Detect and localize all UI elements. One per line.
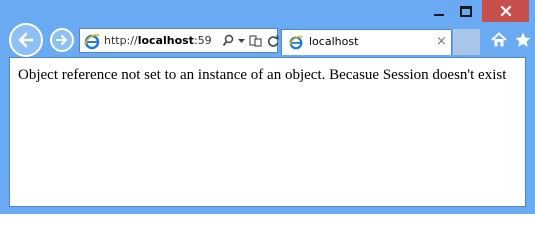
forward-arrow-icon bbox=[56, 35, 67, 45]
back-button[interactable] bbox=[9, 23, 43, 57]
search-icon[interactable] bbox=[222, 34, 234, 48]
minimize-icon bbox=[434, 13, 444, 16]
minimize-button[interactable] bbox=[426, 0, 452, 22]
error-message: Object reference not set to an instance … bbox=[18, 67, 507, 83]
star-icon[interactable] bbox=[514, 31, 532, 49]
tab-localhost[interactable]: localhost × bbox=[281, 29, 452, 55]
home-icon[interactable] bbox=[490, 31, 508, 49]
address-bar[interactable]: http://localhost:59 bbox=[79, 28, 280, 53]
close-button[interactable] bbox=[482, 0, 529, 22]
maximize-icon bbox=[460, 5, 472, 17]
browser-window: http://localhost:59 localhost × Object r… bbox=[0, 0, 535, 214]
ie-logo-icon bbox=[289, 35, 303, 50]
url-port: :59 bbox=[193, 34, 212, 47]
back-arrow-icon bbox=[18, 32, 34, 48]
new-tab-button[interactable] bbox=[453, 29, 480, 55]
refresh-icon[interactable] bbox=[267, 34, 280, 48]
maximize-button[interactable] bbox=[453, 0, 479, 22]
forward-button[interactable] bbox=[50, 28, 74, 52]
compatibility-icon[interactable] bbox=[249, 34, 263, 48]
ie-logo-icon bbox=[84, 34, 100, 50]
dropdown-icon[interactable] bbox=[238, 34, 245, 48]
url-host: localhost bbox=[137, 34, 194, 47]
page-content: Object reference not set to an instance … bbox=[9, 57, 526, 207]
tab-title: localhost bbox=[309, 35, 359, 48]
address-url[interactable]: http://localhost:59 bbox=[104, 33, 222, 49]
tab-close-button[interactable]: × bbox=[436, 35, 447, 49]
url-prefix: http:// bbox=[104, 34, 138, 47]
close-icon bbox=[500, 5, 511, 17]
